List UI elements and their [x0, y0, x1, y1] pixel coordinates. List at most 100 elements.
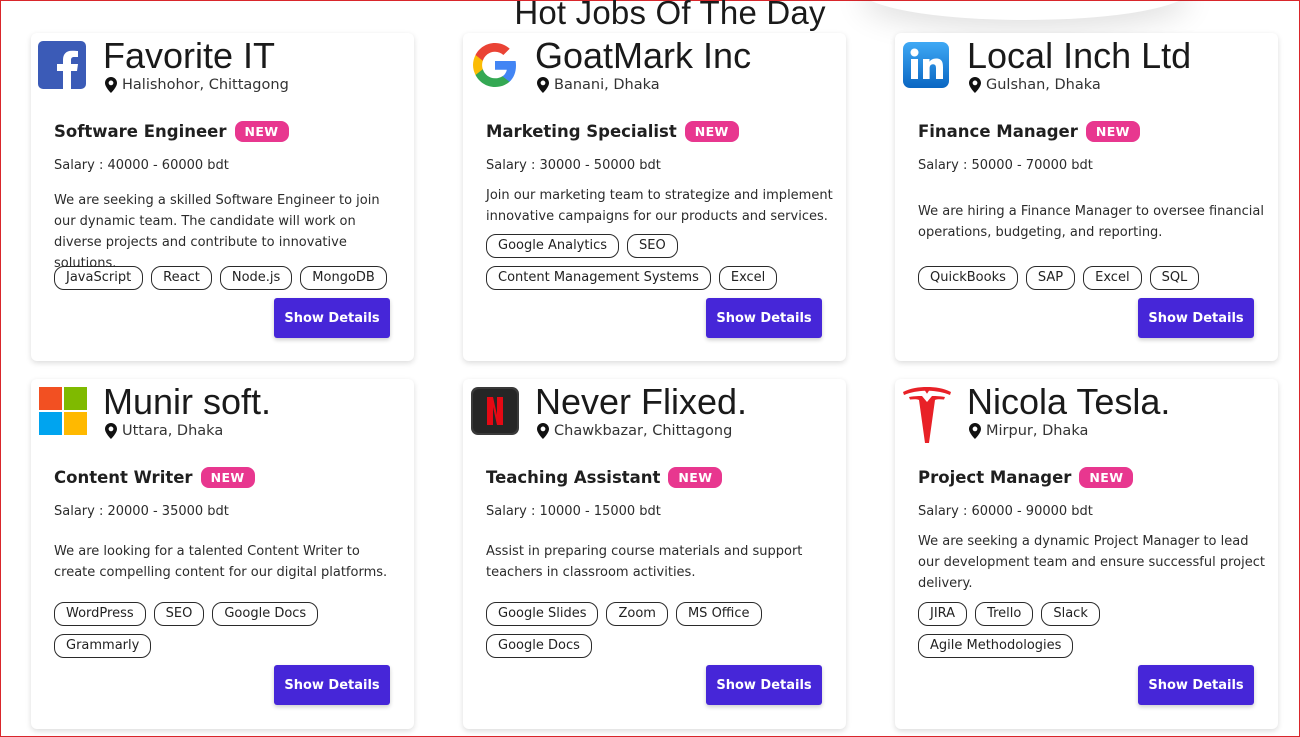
salary-label: Salary :: [486, 158, 540, 173]
location-text: Chawkbazar, Chittagong: [554, 423, 733, 439]
skill-tags: WordPress SEO Google Docs Grammarly: [54, 602, 399, 658]
show-details-button[interactable]: Show Details: [1138, 298, 1254, 338]
company-location: Halishohor, Chittagong: [105, 77, 289, 93]
map-pin-icon: [537, 423, 549, 439]
new-badge: NEW: [668, 467, 723, 488]
job-title-row: Software Engineer NEW: [54, 121, 289, 142]
skill-tag: Trello: [975, 602, 1034, 626]
job-title: Marketing Specialist: [486, 122, 677, 141]
company-location: Gulshan, Dhaka: [969, 77, 1101, 93]
job-title-row: Marketing Specialist NEW: [486, 121, 739, 142]
job-card: Nicola Tesla. Mirpur, Dhaka Project Mana…: [895, 379, 1278, 729]
skill-tag: SEO: [153, 602, 205, 626]
company-name: Local Inch Ltd: [967, 35, 1192, 76]
show-details-button[interactable]: Show Details: [274, 298, 390, 338]
job-description: Assist in preparing course materials and…: [486, 544, 803, 580]
skill-tag: MS Office: [675, 602, 762, 626]
page-title: Hot Jobs Of The Day: [514, 0, 826, 31]
new-badge: NEW: [1085, 121, 1140, 142]
new-badge: NEW: [234, 121, 289, 142]
map-pin-icon: [537, 77, 549, 93]
show-details-button[interactable]: Show Details: [274, 665, 390, 705]
company-name: Nicola Tesla.: [967, 381, 1171, 422]
skill-tag: Excel: [718, 266, 778, 290]
salary-value: 30000 - 50000 bdt: [539, 158, 661, 173]
skill-tag: Node.js: [219, 266, 293, 290]
company-location: Chawkbazar, Chittagong: [537, 423, 732, 439]
skill-tags: JavaScript React Node.js MongoDB: [54, 266, 399, 290]
skill-tag: JavaScript: [54, 266, 144, 290]
salary-value: 60000 - 90000 bdt: [971, 504, 1093, 519]
job-card: Local Inch Ltd Gulshan, Dhaka Finance Ma…: [895, 33, 1278, 361]
salary-value: 20000 - 35000 bdt: [107, 504, 229, 519]
map-pin-icon: [105, 423, 117, 439]
job-title-row: Teaching Assistant NEW: [486, 467, 723, 488]
job-description: We are looking for a talented Content Wr…: [54, 544, 388, 580]
skill-tag: Content Management Systems: [486, 266, 711, 290]
facebook-logo-icon: [38, 41, 86, 89]
show-details-button[interactable]: Show Details: [706, 665, 822, 705]
new-badge: NEW: [1079, 467, 1134, 488]
job-description: We are seeking a skilled Software Engine…: [54, 193, 380, 271]
location-text: Banani, Dhaka: [554, 77, 660, 93]
skill-tag: Zoom: [606, 602, 668, 626]
skill-tags: QuickBooks SAP Excel SQL: [918, 266, 1263, 290]
salary-text: Salary : 20000 - 35000 bdt: [54, 504, 229, 519]
job-title-row: Content Writer NEW: [54, 467, 255, 488]
skill-tag: SQL: [1149, 266, 1200, 290]
show-details-button[interactable]: Show Details: [706, 298, 822, 338]
job-title: Finance Manager: [918, 122, 1078, 141]
job-card: Never Flixed. Chawkbazar, Chittagong Tea…: [463, 379, 846, 729]
skill-tag: Grammarly: [54, 634, 152, 658]
skill-tag: JIRA: [918, 602, 968, 626]
location-text: Mirpur, Dhaka: [986, 423, 1089, 439]
company-name: GoatMark Inc: [535, 35, 752, 76]
salary-text: Salary : 10000 - 15000 bdt: [486, 504, 661, 519]
skill-tag: Google Docs: [212, 602, 319, 626]
skill-tag: Slack: [1041, 602, 1100, 626]
skill-tags: Google Analytics SEO Content Management …: [486, 234, 831, 290]
salary-text: Salary : 40000 - 60000 bdt: [54, 158, 229, 173]
skill-tags: JIRA Trello Slack Agile Methodologies: [918, 602, 1263, 658]
job-title-row: Project Manager NEW: [918, 467, 1134, 488]
job-card: GoatMark Inc Banani, Dhaka Marketing Spe…: [463, 33, 846, 361]
job-card: Favorite IT Halishohor, Chittagong Softw…: [31, 33, 414, 361]
job-description: We are hiring a Finance Manager to overs…: [918, 204, 1264, 240]
job-title: Teaching Assistant: [486, 468, 661, 487]
company-name: Never Flixed.: [535, 381, 748, 422]
company-location: Banani, Dhaka: [537, 77, 660, 93]
linkedin-logo-icon: [903, 42, 949, 88]
skill-tag: MongoDB: [300, 266, 387, 290]
job-card: Munir soft. Uttara, Dhaka Content Writer…: [31, 379, 414, 729]
job-description: Join our marketing team to strategize an…: [486, 188, 833, 224]
job-title-row: Finance Manager NEW: [918, 121, 1140, 142]
salary-label: Salary :: [918, 158, 972, 173]
location-text: Gulshan, Dhaka: [986, 77, 1101, 93]
salary-label: Salary :: [918, 504, 972, 519]
map-pin-icon: [969, 77, 981, 93]
salary-label: Salary :: [486, 504, 540, 519]
job-grid: Favorite IT Halishohor, Chittagong Softw…: [31, 33, 1278, 729]
new-badge: NEW: [200, 467, 255, 488]
skill-tag: Google Slides: [486, 602, 599, 626]
netflix-logo-icon: [471, 387, 519, 435]
tesla-logo-icon: [903, 387, 951, 443]
skill-tag: QuickBooks: [918, 266, 1018, 290]
company-location: Mirpur, Dhaka: [969, 423, 1088, 439]
show-details-button[interactable]: Show Details: [1138, 665, 1254, 705]
new-badge: NEW: [684, 121, 739, 142]
skill-tags: Google Slides Zoom MS Office Google Docs: [486, 602, 831, 658]
map-pin-icon: [969, 423, 981, 439]
microsoft-logo-icon: [39, 387, 87, 435]
job-title: Content Writer: [54, 468, 193, 487]
salary-value: 10000 - 15000 bdt: [539, 504, 661, 519]
job-title: Project Manager: [918, 468, 1072, 487]
salary-label: Salary :: [54, 504, 108, 519]
salary-text: Salary : 60000 - 90000 bdt: [918, 504, 1093, 519]
skill-tag: Excel: [1083, 266, 1142, 290]
company-name: Munir soft.: [103, 381, 272, 422]
skill-tag: Google Docs: [486, 634, 592, 658]
salary-text: Salary : 50000 - 70000 bdt: [918, 158, 1093, 173]
location-text: Uttara, Dhaka: [122, 423, 224, 439]
skill-tag: SAP: [1025, 266, 1076, 290]
